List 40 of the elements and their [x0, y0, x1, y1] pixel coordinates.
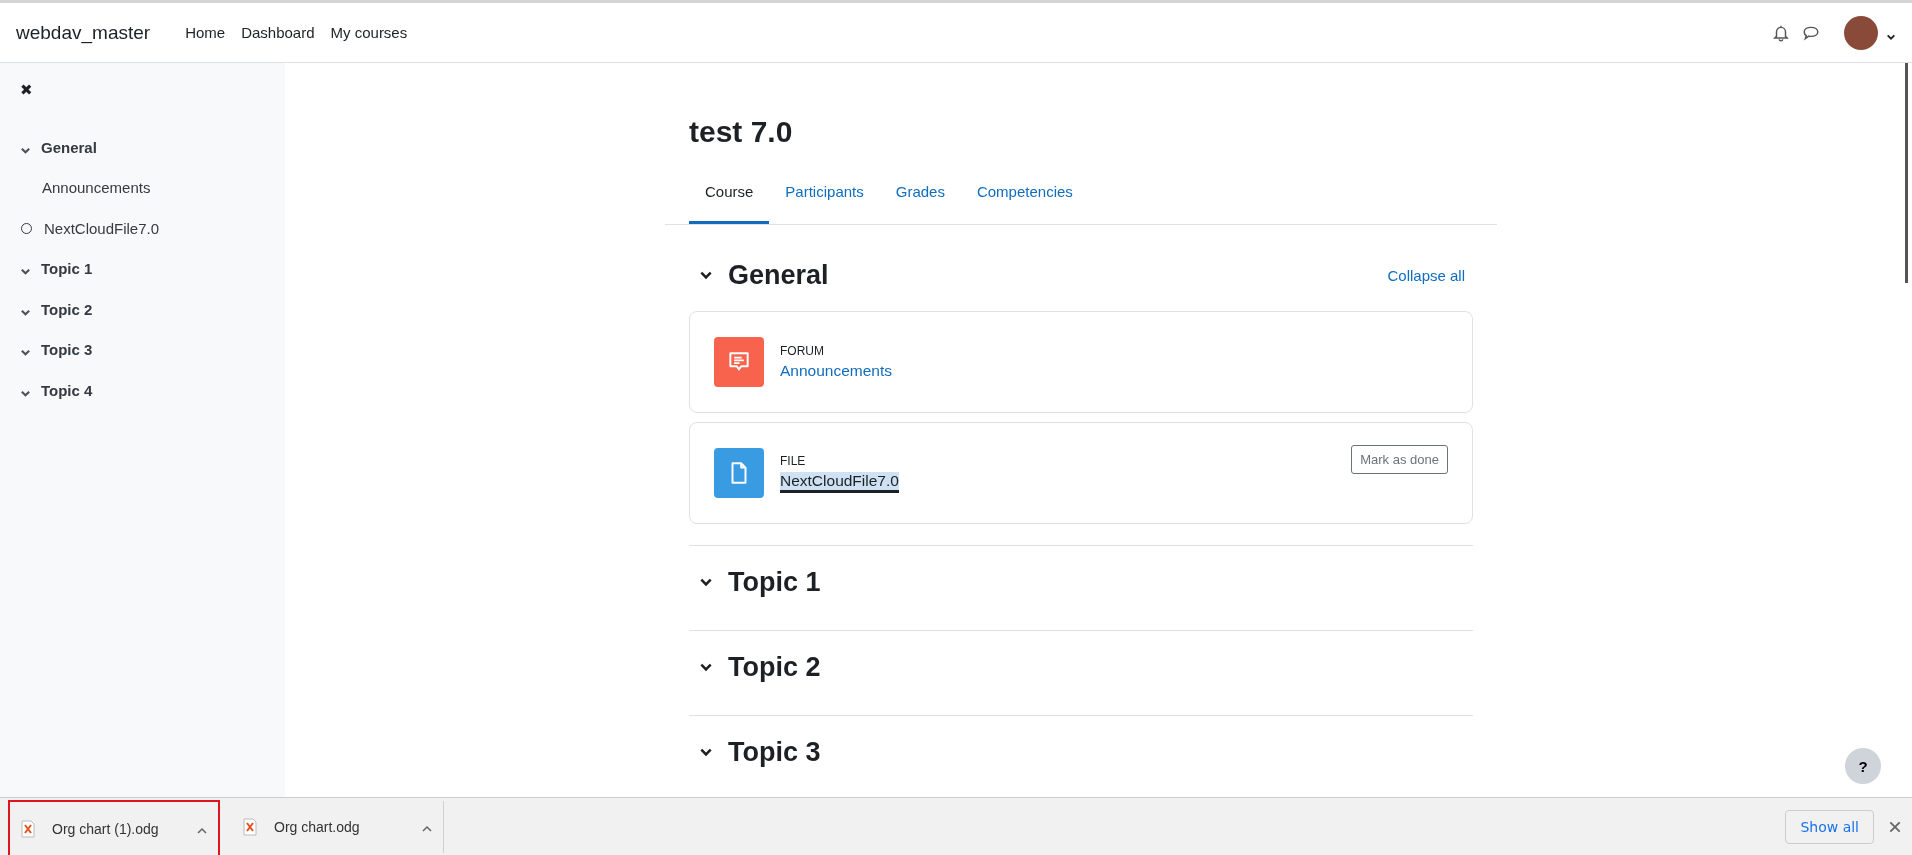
document-icon — [714, 448, 764, 498]
help-button[interactable]: ? — [1845, 748, 1881, 784]
section-title: Topic 1 — [728, 566, 821, 598]
show-all-button[interactable]: Show all — [1785, 809, 1874, 844]
page-title: test 7.0 — [689, 117, 794, 147]
nav-link[interactable]: Dashboard — [241, 24, 315, 41]
download-item[interactable]: Org chart (1).odg — [8, 799, 220, 855]
tab[interactable]: Grades — [879, 169, 961, 224]
file-icon — [20, 819, 36, 838]
sidebar-section-link[interactable]: General — [41, 138, 97, 156]
mark-as-done-button[interactable]: Mark as done — [1351, 445, 1448, 474]
forum-icon — [714, 337, 764, 387]
activity-type: FORUM — [780, 344, 825, 358]
download-file-name: Org chart (1).odg — [52, 820, 160, 837]
activity-type: FILE — [780, 453, 807, 468]
sidebar-section-link[interactable]: Topic 2 — [41, 300, 93, 318]
sidebar-section-link[interactable]: Topic 4 — [41, 381, 93, 399]
sidebar-activity-link[interactable]: NextCloudFile7.0 — [44, 219, 160, 237]
sidebar-section-link[interactable]: Topic 1 — [41, 260, 93, 278]
tab[interactable]: Course — [689, 169, 770, 224]
download-item[interactable]: Org chart.odg — [232, 800, 444, 853]
close-icon[interactable] — [1888, 819, 1902, 834]
user-avatar[interactable] — [1844, 15, 1878, 50]
section-title: Topic 2 — [728, 651, 821, 683]
nav-link[interactable]: My courses — [330, 24, 408, 41]
activity-link[interactable]: Announcements — [780, 362, 893, 380]
sidebar-section-link[interactable]: Topic 3 — [41, 341, 93, 359]
section-title: General — [728, 259, 829, 291]
tab[interactable]: Participants — [769, 169, 880, 224]
collapse-all-link[interactable]: Collapse all — [1387, 266, 1465, 284]
activity-link[interactable]: NextCloudFile7.0 — [780, 471, 899, 493]
tab[interactable]: Competencies — [960, 169, 1089, 224]
close-button[interactable]: ✖ — [20, 81, 33, 99]
download-file-name: Org chart.odg — [274, 818, 361, 835]
section-title: Topic 3 — [728, 736, 821, 768]
nav-link[interactable]: Home — [185, 24, 226, 41]
bell-icon[interactable] — [1772, 23, 1790, 42]
file-icon — [242, 817, 258, 836]
sidebar-activity-link[interactable]: Announcements — [42, 179, 151, 197]
site-name[interactable]: webdav_master — [16, 21, 151, 44]
